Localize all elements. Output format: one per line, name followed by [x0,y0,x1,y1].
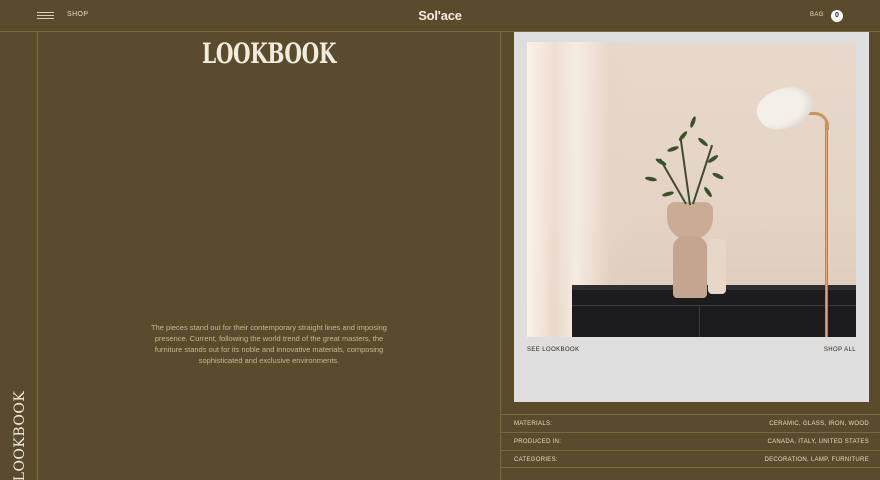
left-divider [37,32,38,480]
top-bar: SHOP Sol'ace BAG 0 [0,0,880,32]
lamp-pole-shape [825,122,828,337]
plant-leaf-shape [711,171,725,181]
sideboard-line-shape [572,305,856,306]
plant-leaf-shape [666,145,680,153]
spec-row-materials: MATERIALS: CERAMIC, GLASS, IRON, WOOD [501,414,880,432]
brand-logo[interactable]: Sol'ace [0,8,880,23]
page-title-text: LOOKBOOK [202,37,336,70]
see-lookbook-link[interactable]: SEE LOOKBOOK [527,347,579,353]
plant-leaf-shape [661,190,675,198]
spec-row-produced-in: PRODUCED IN: CANADA, ITALY, UNITED STATE… [501,432,880,450]
lookbook-photo[interactable] [527,42,856,337]
product-specs: MATERIALS: CERAMIC, GLASS, IRON, WOOD PR… [501,414,880,468]
plant-leaf-shape [689,115,697,129]
sideboard-split-shape [699,305,700,337]
spec-value: CERAMIC, GLASS, IRON, WOOD [769,421,869,427]
bag-count-badge[interactable]: 0 [831,10,843,22]
vase-bottom-shape [673,236,707,298]
bag-link[interactable]: BAG [810,12,824,18]
page-title: LOOKBOOK [176,34,362,74]
plant-leaf-shape [702,185,714,199]
spec-label: CATEGORIES: [514,457,558,463]
center-divider [500,32,501,480]
shop-all-link[interactable]: SHOP ALL [824,347,856,353]
plant-leaf-shape [677,130,689,142]
small-vase-shape [708,239,726,294]
vase-top-shape [667,202,713,240]
lookbook-card: SEE LOOKBOOK SHOP ALL [514,32,869,402]
vertical-lookbook-title: LOOKBOOK [12,390,28,480]
spec-row-categories: CATEGORIES: DECORATION, LAMP, FURNITURE [501,450,880,468]
spec-value: DECORATION, LAMP, FURNITURE [764,457,869,463]
spec-label: MATERIALS: [514,421,553,427]
spec-label: PRODUCED IN: [514,439,562,445]
plant-leaf-shape [697,136,709,148]
spec-value: CANADA, ITALY, UNITED STATES [767,439,869,445]
plant-leaf-shape [644,175,658,183]
lookbook-description: The pieces stand out for their contempor… [151,323,387,365]
